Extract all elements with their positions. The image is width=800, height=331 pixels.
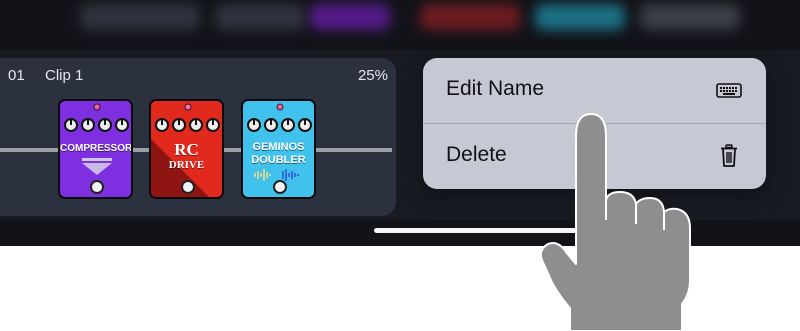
clip-name: Clip 1 (45, 67, 84, 84)
pedal-rc-drive[interactable]: RC DRIVE (149, 99, 224, 199)
clip-card[interactable]: 01 Clip 1 25% COMPRESSOR RC DRIVE GEMINO… (0, 58, 396, 216)
clip-percent: 25% (357, 67, 388, 84)
clip-index: 01 (8, 67, 25, 84)
blurred-tile (215, 4, 305, 30)
pedal-label: COMPRESSOR (60, 143, 133, 154)
pedal-compressor[interactable]: COMPRESSOR (58, 99, 133, 199)
blurred-tile (420, 4, 520, 30)
keyboard-icon (716, 78, 742, 102)
blurred-tile (640, 4, 740, 30)
blurred-tile (535, 4, 625, 30)
pedal-geminos-doubler[interactable]: GEMINOS DOUBLER (241, 99, 316, 199)
pedal-label: GEMINOS (252, 141, 305, 153)
blurred-clip-row (0, 0, 800, 42)
pedal-label: DOUBLER (251, 154, 306, 166)
blurred-tile (80, 4, 200, 30)
pedal-label: RC (174, 140, 199, 159)
pointing-hand-icon (539, 113, 691, 331)
trash-icon (716, 144, 742, 168)
pedal-label: DRIVE (168, 159, 205, 171)
delete-label: Delete (446, 143, 507, 166)
blurred-tile (310, 4, 390, 30)
edit-name-label: Edit Name (446, 77, 545, 100)
